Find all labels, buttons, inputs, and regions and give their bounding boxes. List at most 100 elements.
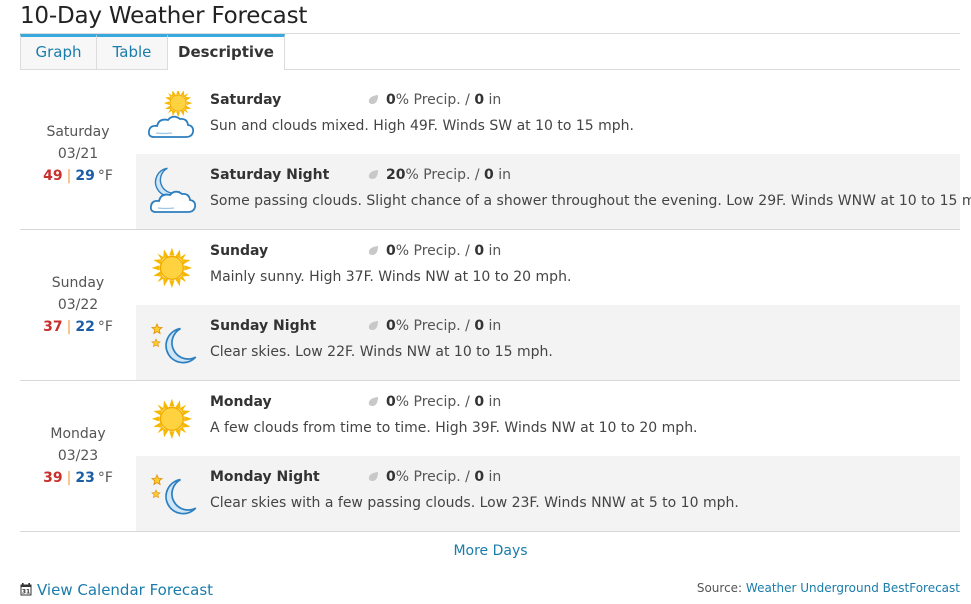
- low-temp: 29: [75, 168, 95, 184]
- day-row: Monday 03/23 39 | 23 °F Monday 0% Precip. /…: [20, 381, 960, 532]
- period-description: Clear skies. Low 22F. Winds NW at 10 to …: [210, 344, 553, 360]
- precip-info: 0% Precip. / 0 in: [368, 318, 501, 334]
- temp-separator: |: [66, 470, 72, 486]
- temp-range: 49 | 29 °F: [20, 165, 136, 187]
- period-name: Monday: [210, 394, 272, 410]
- period-description: Mainly sunny. High 37F. Winds NW at 10 t…: [210, 269, 572, 285]
- precip-pct-label: % Precip. /: [405, 167, 485, 183]
- precip-pct-label: % Precip. /: [395, 243, 475, 259]
- source-link[interactable]: Weather Underground BestForecast: [746, 581, 960, 595]
- source-credit: Source: Weather Underground BestForecast: [697, 581, 960, 595]
- clear-night-icon: [151, 323, 197, 364]
- calendar-icon: 31: [20, 583, 32, 596]
- forecast-period: Monday Night 0% Precip. / 0 in Clear ski…: [136, 456, 960, 531]
- day-summary: Saturday 03/21 49 | 29 °F: [20, 121, 136, 187]
- precip-percent: 20: [386, 167, 406, 183]
- precip-info: 0% Precip. / 0 in: [368, 92, 501, 108]
- raindrop-icon: [368, 95, 378, 104]
- day-row: Sunday 03/22 37 | 22 °F Sunday 0% Precip. /…: [20, 230, 960, 381]
- precip-unit: in: [484, 92, 502, 108]
- raindrop-icon: [368, 472, 378, 481]
- temp-unit: °F: [97, 168, 113, 184]
- day-name: Saturday: [46, 124, 110, 140]
- temp-range: 37 | 22 °F: [20, 316, 136, 338]
- precip-info: 0% Precip. / 0 in: [368, 243, 501, 259]
- period-name: Monday Night: [210, 469, 320, 485]
- raindrop-icon: [368, 321, 378, 330]
- high-temp: 37: [43, 319, 63, 335]
- day-summary: Monday 03/23 39 | 23 °F: [20, 423, 136, 489]
- precip-info: 20% Precip. / 0 in: [368, 167, 511, 183]
- high-temp: 39: [43, 470, 63, 486]
- forecast-period: Saturday Night 20% Precip. / 0 in Some p…: [136, 154, 971, 229]
- sunny-icon: [150, 397, 193, 440]
- forecast-period: Sunday 0% Precip. / 0 in Mainly sunny. H…: [136, 230, 960, 305]
- precip-unit: in: [484, 243, 502, 259]
- tab-table[interactable]: Table: [97, 34, 168, 69]
- precip-amount: 0: [474, 469, 485, 485]
- forecast-period: Sunday Night 0% Precip. / 0 in Clear ski…: [136, 305, 960, 380]
- period-name: Saturday: [210, 92, 282, 108]
- precip-amount: 0: [474, 92, 485, 108]
- temp-separator: |: [66, 319, 72, 335]
- page-title: 10-Day Weather Forecast: [20, 3, 308, 29]
- precip-unit: in: [484, 469, 502, 485]
- clear-night-icon: [151, 474, 197, 515]
- day-date: 03/21: [57, 146, 99, 162]
- period-description: Some passing clouds. Slight chance of a …: [210, 193, 971, 209]
- temp-unit: °F: [97, 319, 113, 335]
- precip-amount: 0: [474, 394, 485, 410]
- precip-unit: in: [493, 167, 512, 183]
- precip-percent: 0: [386, 394, 396, 410]
- precip-pct-label: % Precip. /: [395, 318, 475, 334]
- partly-cloudy-night-icon: [149, 167, 197, 213]
- period-description: A few clouds from time to time. High 39F…: [210, 420, 698, 436]
- calendar-icon-text: 31: [22, 589, 30, 596]
- day-name: Sunday: [51, 275, 105, 291]
- precip-pct-label: % Precip. /: [395, 92, 475, 108]
- precip-percent: 0: [386, 92, 396, 108]
- precip-amount: 0: [474, 243, 485, 259]
- calendar-link-label[interactable]: View Calendar Forecast: [37, 581, 213, 599]
- precip-unit: in: [484, 318, 502, 334]
- source-label: Source:: [696, 581, 743, 595]
- high-temp: 49: [43, 168, 63, 184]
- view-tabs: Graph Table Descriptive: [20, 33, 960, 70]
- tab-descriptive[interactable]: Descriptive: [168, 34, 285, 70]
- temp-separator: |: [66, 168, 72, 184]
- precip-pct-label: % Precip. /: [395, 469, 475, 485]
- precip-pct-label: % Precip. /: [395, 394, 475, 410]
- raindrop-icon: [368, 397, 378, 406]
- period-name: Sunday Night: [210, 318, 317, 334]
- day-date: 03/22: [57, 297, 99, 313]
- low-temp: 23: [75, 470, 95, 486]
- precip-info: 0% Precip. / 0 in: [368, 469, 501, 485]
- sunny-icon: [150, 246, 193, 289]
- period-name: Sunday: [210, 243, 269, 259]
- view-calendar-forecast-link[interactable]: 31 View Calendar Forecast: [20, 581, 213, 599]
- day-row: Saturday 03/21 49 | 29 °F Saturday 0% Preci…: [20, 79, 971, 230]
- partly-cloudy-day-icon: [147, 91, 195, 138]
- forecast-period: Saturday 0% Precip. / 0 in Sun and cloud…: [136, 79, 960, 154]
- day-summary: Sunday 03/22 37 | 22 °F: [20, 272, 136, 338]
- precip-unit: in: [484, 394, 502, 410]
- precip-percent: 0: [386, 318, 396, 334]
- precip-amount: 0: [474, 318, 485, 334]
- precip-amount: 0: [484, 167, 494, 183]
- temp-range: 39 | 23 °F: [20, 467, 136, 489]
- temp-unit: °F: [97, 470, 113, 486]
- period-name: Saturday Night: [210, 167, 330, 183]
- day-name: Monday: [50, 426, 106, 442]
- period-description: Clear skies with a few passing clouds. L…: [210, 495, 739, 511]
- raindrop-icon: [368, 246, 378, 255]
- precip-info: 0% Precip. / 0 in: [368, 394, 501, 410]
- low-temp: 22: [75, 319, 95, 335]
- precip-percent: 0: [386, 469, 396, 485]
- period-description: Sun and clouds mixed. High 49F. Winds SW…: [210, 118, 634, 134]
- more-days-link[interactable]: More Days: [0, 543, 971, 559]
- forecast-period: Monday 0% Precip. / 0 in A few clouds fr…: [136, 381, 960, 456]
- day-date: 03/23: [57, 448, 99, 464]
- raindrop-icon: [368, 170, 378, 179]
- tab-graph[interactable]: Graph: [20, 34, 97, 69]
- precip-percent: 0: [386, 243, 396, 259]
